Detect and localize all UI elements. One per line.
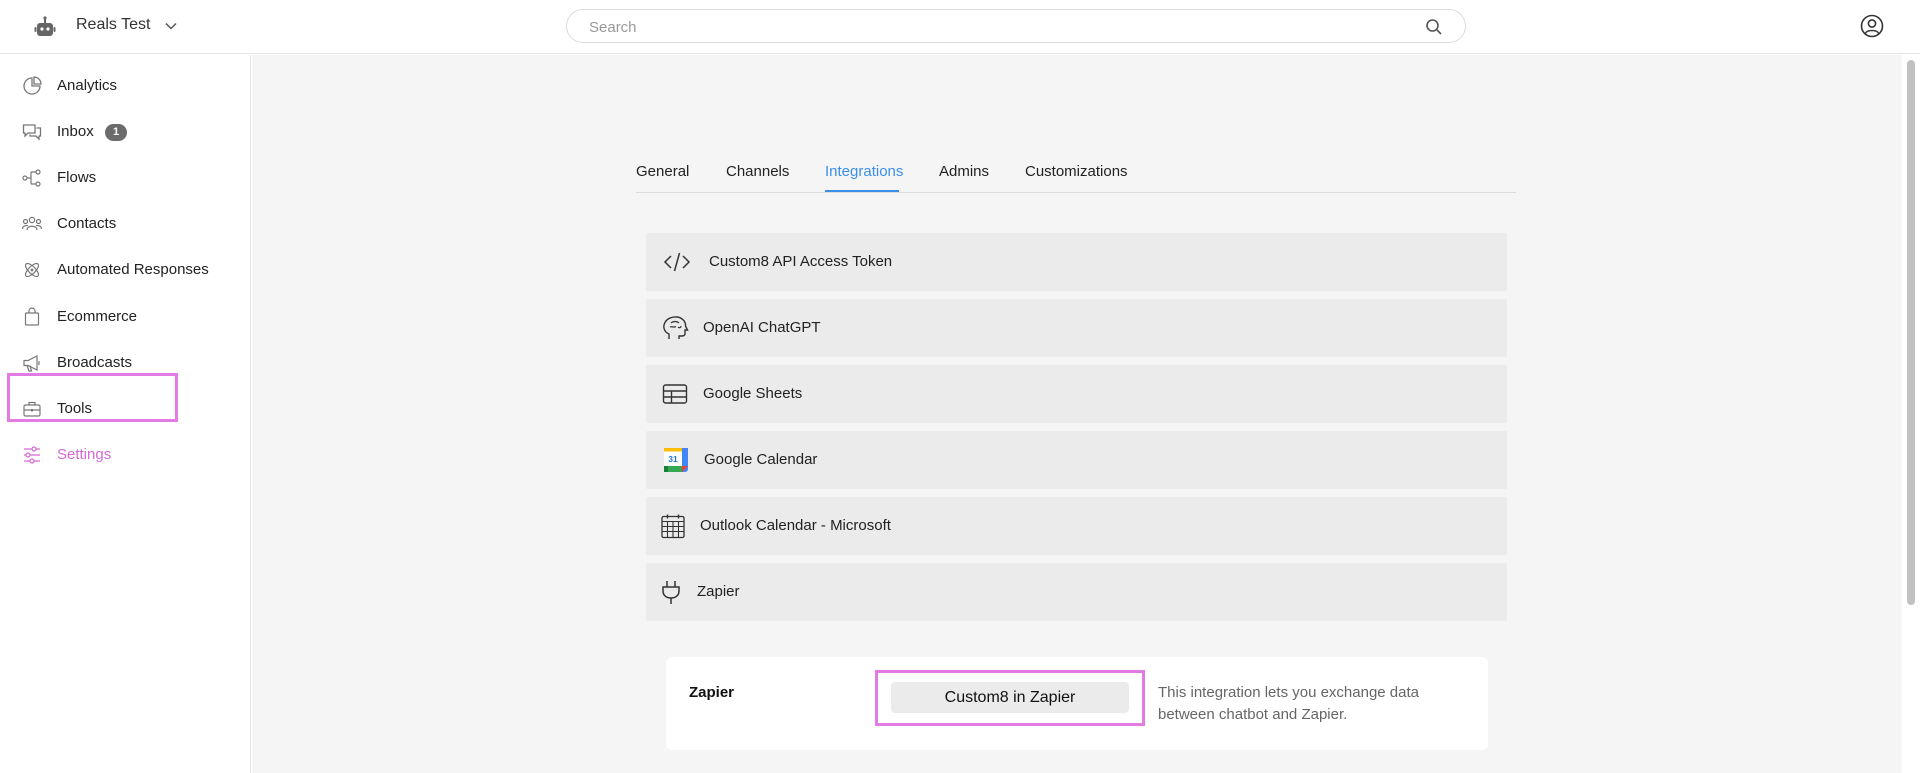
sidebar-item-ecommerce[interactable]: Ecommerce (0, 295, 251, 339)
top-bar: Reals Test (0, 0, 1920, 54)
sidebar-item-settings[interactable]: Settings (0, 433, 251, 477)
flows-icon (22, 169, 41, 187)
sidebar-item-label: Analytics (57, 77, 118, 94)
search-input[interactable] (589, 17, 1409, 37)
workspace-name[interactable]: Reals Test (76, 16, 150, 34)
tab-integrations[interactable]: Integrations (825, 163, 903, 180)
brain-head-icon (663, 316, 689, 339)
zapier-card-title: Zapier (689, 684, 735, 701)
tab-admins[interactable]: Admins (939, 163, 989, 180)
automated-responses-icon (24, 262, 40, 278)
sidebar-item-automated-responses[interactable]: Automated Responses (0, 248, 251, 292)
sidebar-item-label: Inbox (57, 123, 94, 140)
plug-icon (662, 581, 680, 604)
settings-tabs: General Channels Integrations Admins Cus… (636, 150, 1516, 193)
sidebar-item-label: Tools (57, 400, 93, 417)
table-icon (662, 384, 688, 404)
integration-row-openai[interactable]: OpenAI ChatGPT (646, 299, 1507, 357)
integration-label: OpenAI ChatGPT (703, 319, 821, 336)
tab-general[interactable]: General (636, 163, 689, 180)
sidebar-item-label: Automated Responses (57, 261, 209, 278)
code-icon (663, 252, 691, 272)
chevron-down-icon[interactable] (164, 19, 178, 33)
sidebar-item-label: Broadcasts (57, 354, 133, 371)
scrollbar-thumb[interactable] (1907, 60, 1915, 605)
integration-label: Outlook Calendar - Microsoft (700, 517, 891, 534)
tools-icon (23, 401, 41, 417)
integration-label: Google Sheets (703, 385, 803, 402)
sidebar-item-label: Contacts (57, 215, 117, 232)
integration-row-google-calendar[interactable]: 31 Google Calendar (646, 431, 1507, 489)
custom8-in-zapier-button[interactable]: Custom8 in Zapier (891, 682, 1129, 713)
settings-icon (24, 446, 40, 464)
integration-label: Zapier (697, 583, 740, 600)
sidebar-item-contacts[interactable]: Contacts (0, 202, 251, 246)
integration-row-custom8-api[interactable]: Custom8 API Access Token (646, 233, 1507, 291)
contacts-icon (22, 216, 42, 231)
integration-label: Custom8 API Access Token (709, 253, 893, 270)
tab-channels[interactable]: Channels (726, 163, 789, 180)
svg-text:31: 31 (668, 454, 678, 464)
google-calendar-icon: 31 (664, 448, 688, 472)
integration-label: Google Calendar (704, 451, 818, 468)
unread-count-badge: 1 (105, 124, 127, 141)
sidebar-item-inbox[interactable]: Inbox 1 (0, 110, 251, 154)
bot-icon[interactable] (33, 15, 57, 39)
integration-row-outlook-calendar[interactable]: Outlook Calendar - Microsoft (646, 497, 1507, 555)
user-account-icon[interactable] (1859, 13, 1885, 39)
sidebar-item-broadcasts[interactable]: Broadcasts (0, 341, 251, 385)
ecommerce-icon (24, 307, 40, 326)
search-box (566, 9, 1466, 43)
zapier-card: Zapier Custom8 in Zapier This integratio… (666, 657, 1488, 750)
analytics-icon (23, 76, 42, 95)
sidebar-item-flows[interactable]: Flows (0, 156, 251, 200)
inbox-icon (22, 124, 42, 141)
sidebar-item-label: Ecommerce (57, 308, 138, 325)
integration-row-zapier[interactable]: Zapier (646, 563, 1507, 621)
tab-customizations[interactable]: Customizations (1025, 163, 1128, 180)
sidebar: Analytics Inbox 1 Flows Contacts Automat… (0, 55, 251, 773)
calendar-grid-icon (661, 514, 685, 539)
sidebar-item-label: Settings (57, 446, 112, 463)
active-tab-indicator (825, 190, 899, 192)
sidebar-item-tools[interactable]: Tools (0, 387, 251, 431)
sidebar-item-analytics[interactable]: Analytics (0, 64, 251, 108)
broadcasts-icon (23, 355, 40, 372)
search-icon[interactable] (1425, 18, 1443, 36)
sidebar-item-label: Flows (57, 169, 97, 186)
integration-row-google-sheets[interactable]: Google Sheets (646, 365, 1507, 423)
zapier-card-description: This integration lets you exchange data … (1158, 684, 1419, 723)
